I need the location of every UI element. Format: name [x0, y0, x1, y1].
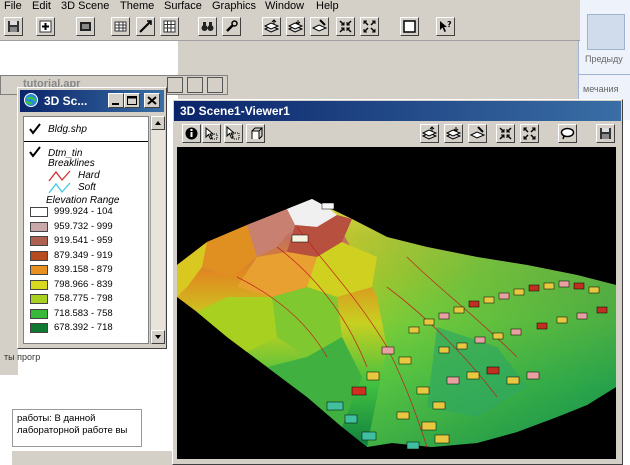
elevation-swatch	[30, 207, 48, 217]
background-panel-strip	[0, 75, 18, 375]
background-maximize-button[interactable]	[187, 77, 203, 93]
3d-scene-canvas[interactable]	[177, 147, 616, 459]
layer-bldg[interactable]: Bldg.shp	[24, 121, 148, 139]
elevation-range-label: 999.924 - 104	[54, 206, 113, 217]
background-left-label: ты прогр	[4, 352, 41, 362]
scroll-down-button[interactable]	[151, 330, 165, 344]
elevation-swatch	[30, 221, 48, 232]
menu-file[interactable]: File	[4, 0, 22, 13]
hard-line-icon	[48, 170, 72, 182]
legend-title: 3D Sc...	[44, 94, 88, 108]
document-ribbon-button	[587, 14, 625, 50]
status-bar	[12, 451, 178, 465]
menu-3d-scene[interactable]: 3D Scene	[61, 0, 109, 13]
legend-maximize-button[interactable]	[124, 93, 140, 108]
elevation-range-label: 678.392 - 718	[54, 322, 113, 333]
legend-titlebar[interactable]: 3D Sc...	[20, 90, 164, 112]
elevation-swatch	[30, 294, 48, 304]
elevation-swatch	[30, 265, 48, 275]
checkbox-checked-icon[interactable]	[28, 145, 42, 159]
elevation-range-label: 959.732 - 999	[54, 220, 113, 232]
notes-label: мечания	[583, 84, 619, 94]
breakline-hard: Hard	[24, 170, 144, 182]
elevation-range-label: 879.349 - 919	[54, 249, 113, 261]
breakline-name: Soft	[78, 182, 96, 193]
elevation-range-label: 798.966 - 839	[54, 278, 113, 290]
select-graphics-icon[interactable]	[224, 124, 243, 143]
viewer-toolbar	[174, 122, 621, 146]
elevation-swatch	[30, 236, 48, 246]
wrench-icon[interactable]	[222, 17, 241, 36]
zoom-out-icon[interactable]	[360, 17, 379, 36]
viewer-title: 3D Scene1-Viewer1	[180, 104, 290, 118]
menubar: File Edit 3D Scene Theme Surface Graphic…	[0, 0, 580, 14]
checkbox-checked-icon[interactable]	[28, 122, 42, 136]
scroll-up-button[interactable]	[151, 116, 165, 130]
save-icon[interactable]	[4, 17, 23, 36]
elevation-swatch	[30, 279, 48, 290]
scene-viewer-window: 3D Scene1-Viewer1	[172, 99, 623, 465]
navigate-icon[interactable]	[246, 124, 265, 143]
layer-up-icon[interactable]	[262, 17, 281, 36]
background-close-button[interactable]	[207, 77, 223, 93]
elevation-swatch	[30, 308, 48, 319]
viewer-titlebar[interactable]: 3D Scene1-Viewer1	[174, 101, 621, 121]
elevation-range-label: 919.541 - 959	[54, 235, 113, 246]
elevation-swatch	[30, 250, 48, 261]
pin-layer-icon[interactable]	[310, 17, 329, 36]
menu-window[interactable]: Window	[265, 0, 304, 13]
elevation-range-label: 758.775 - 798	[54, 293, 113, 304]
main-toolbar: ?	[0, 14, 580, 41]
zoom-in-icon[interactable]	[496, 124, 515, 143]
document-text-box: работы: В данной лабораторной работе вы	[12, 409, 142, 447]
elevation-range-label: 839.158 - 879	[54, 264, 113, 275]
pan-icon[interactable]	[136, 17, 155, 36]
identify-icon[interactable]	[182, 124, 201, 143]
menu-help[interactable]: Help	[316, 0, 339, 13]
scene-legend-window: 3D Sc... Bldg.shp Dtm_tin Breaklines Har…	[17, 87, 167, 349]
elevation-swatch	[30, 323, 48, 333]
layer-down-icon[interactable]	[444, 124, 463, 143]
add-theme-icon[interactable]	[36, 17, 55, 36]
grid-icon[interactable]	[160, 17, 179, 36]
binoculars-icon[interactable]	[198, 17, 217, 36]
legend-scrollbar[interactable]	[150, 116, 165, 344]
menu-graphics[interactable]: Graphics	[212, 0, 256, 13]
globe-icon	[23, 92, 39, 108]
zoom-out-icon[interactable]	[520, 124, 539, 143]
menu-edit[interactable]: Edit	[32, 0, 51, 13]
rotate-icon[interactable]	[558, 124, 577, 143]
save-icon[interactable]	[596, 124, 615, 143]
breakline-name: Hard	[78, 170, 100, 181]
breakline-soft: Soft	[24, 182, 144, 194]
layer-up-icon[interactable]	[420, 124, 439, 143]
layer-name: Bldg.shp	[48, 124, 87, 135]
legend-table-of-contents: Bldg.shp Dtm_tin Breaklines Hard Soft El…	[23, 116, 149, 344]
breaklines-label: Breaklines	[48, 158, 95, 169]
terrain-render	[177, 199, 616, 459]
table-icon[interactable]	[111, 17, 130, 36]
legend-minimize-button[interactable]	[108, 93, 124, 108]
previous-label: Предыду	[585, 54, 623, 64]
svg-text:?: ?	[447, 20, 452, 29]
soft-line-icon	[48, 182, 72, 194]
background-minimize-button[interactable]	[167, 77, 183, 93]
select-icon[interactable]	[202, 124, 221, 143]
window-icon[interactable]	[400, 17, 419, 36]
menu-surface[interactable]: Surface	[164, 0, 202, 13]
help-pointer-icon[interactable]: ?	[436, 17, 455, 36]
elevation-range-label: Elevation Range	[46, 195, 120, 206]
pin-layer-icon[interactable]	[468, 124, 487, 143]
legend-close-button[interactable]	[144, 93, 160, 108]
layer-down-icon[interactable]	[286, 17, 305, 36]
elevation-range-label: 718.583 - 758	[54, 307, 113, 319]
zoom-in-icon[interactable]	[336, 17, 355, 36]
menu-theme[interactable]: Theme	[120, 0, 154, 13]
view-icon[interactable]	[76, 17, 95, 36]
